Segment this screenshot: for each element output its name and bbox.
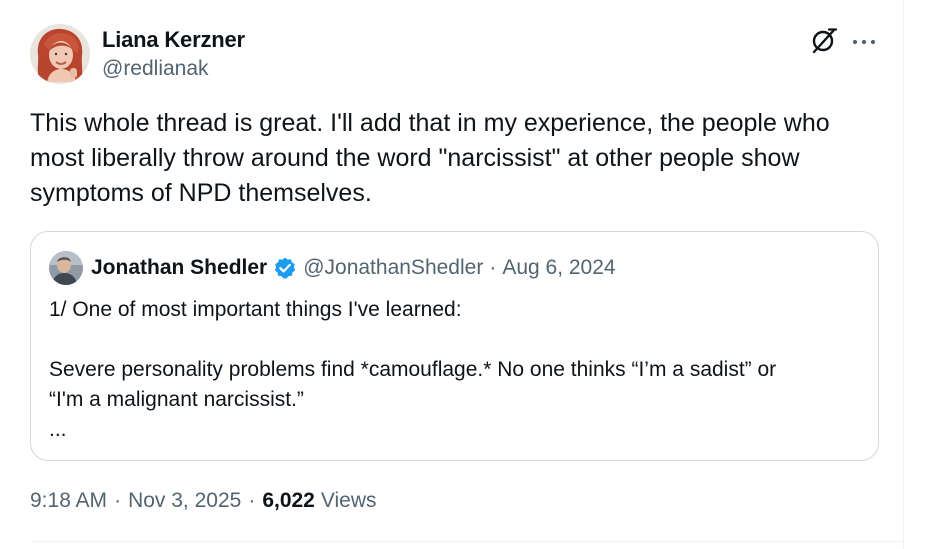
section-divider (30, 541, 903, 542)
quoted-tweet-text: 1/ One of most important things I've lea… (49, 295, 869, 445)
meta-separator: · (248, 489, 256, 512)
quoted-tweet-date[interactable]: Aug 6, 2024 (502, 256, 615, 280)
tweet-meta: 9:18 AM · Nov 3, 2025 · 6,022 Views (30, 487, 377, 515)
views-label: Views (320, 489, 377, 512)
quoted-author-avatar[interactable] (49, 251, 83, 285)
quoted-author-name[interactable]: Jonathan Shedler (91, 256, 267, 280)
quoted-separator: · (489, 256, 497, 279)
ellipsis-glyph (852, 39, 876, 45)
more-options-icon[interactable] (851, 34, 877, 45)
quoted-tweet-card[interactable]: Jonathan Shedler @JonathanShedler · Aug … (30, 231, 879, 461)
column-divider (903, 0, 904, 549)
quoted-text-gap (49, 325, 869, 355)
tweet-text: This whole thread is great. I'll add tha… (30, 109, 830, 207)
grok-icon[interactable] (809, 25, 839, 55)
tweet-detail: Liana Kerzner @redlianak This whole thre… (0, 0, 948, 549)
grok-glyph (812, 28, 838, 54)
meta-separator: · (114, 489, 122, 512)
quoted-text-line: “I'm a malignant narcissist.” (49, 388, 304, 411)
quoted-tweet-header: Jonathan Shedler @JonathanShedler · Aug … (91, 254, 616, 282)
author-avatar[interactable] (30, 24, 90, 84)
quoted-author-handle[interactable]: @JonathanShedler (303, 256, 483, 280)
views-count[interactable]: 6,022 (262, 489, 315, 513)
tweet-time[interactable]: 9:18 AM (30, 489, 107, 513)
quoted-text-line: Severe personality problems find *camouf… (49, 358, 777, 381)
tweet-date[interactable]: Nov 3, 2025 (128, 489, 241, 513)
quoted-text-line: 1/ One of most important things I've lea… (49, 298, 462, 321)
author-display-name[interactable]: Liana Kerzner (102, 27, 245, 53)
author-handle[interactable]: @redlianak (102, 57, 209, 81)
avatar-image (30, 24, 90, 84)
verified-badge-icon (275, 257, 296, 279)
quoted-avatar-image (49, 251, 83, 285)
quoted-text-ellipsis: ... (49, 418, 67, 441)
